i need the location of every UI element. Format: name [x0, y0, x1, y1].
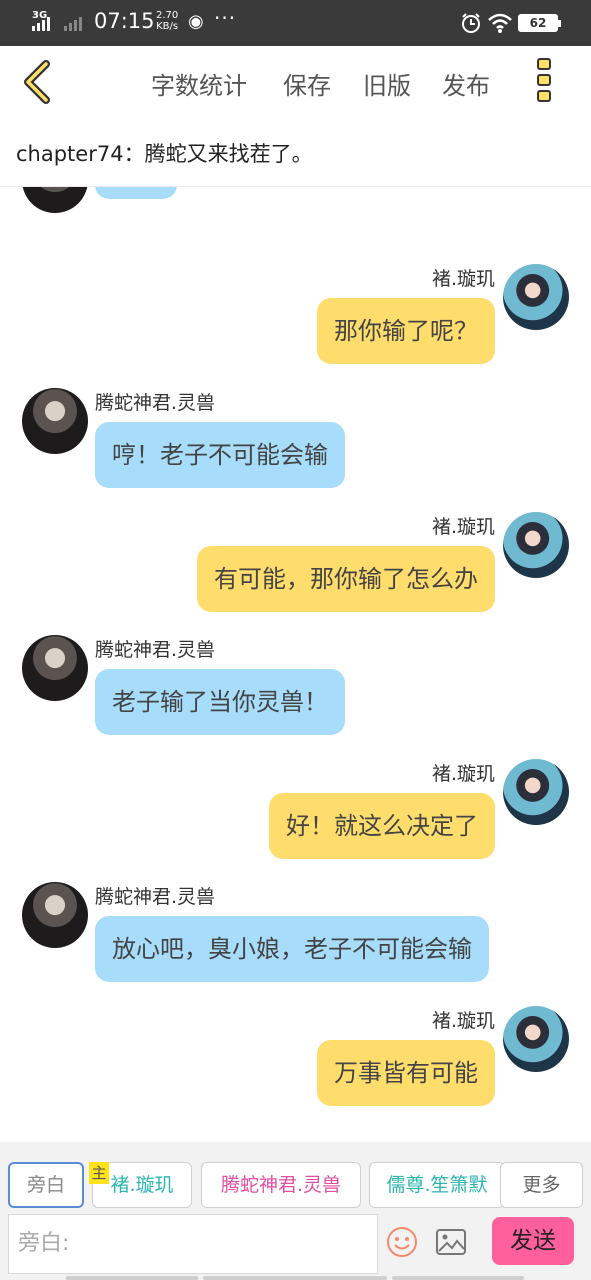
sender-name: 腾蛇神君.灵兽 — [95, 886, 216, 908]
save-button[interactable]: 保存 — [283, 66, 331, 101]
role-xiaomo[interactable]: 儒尊.笙箫默 — [369, 1162, 505, 1208]
speed-value: 2.70 — [156, 10, 179, 21]
wifi-icon — [488, 13, 512, 33]
snake-avatar[interactable] — [22, 635, 88, 701]
girl-avatar[interactable] — [503, 1006, 569, 1072]
snake-avatar[interactable] — [22, 388, 88, 454]
more-menu-icon[interactable] — [534, 58, 554, 108]
girl-avatar[interactable] — [503, 264, 569, 330]
chapter-title: chapter74：腾蛇又来找茬了。 — [16, 142, 313, 166]
message-item[interactable]: 褚.璇玑 万事皆有可能 — [0, 1006, 591, 1110]
message-item[interactable]: 腾蛇神君.灵兽 放心吧，臭小娘，老子不可能会输 — [0, 882, 591, 986]
scroll-indicator — [66, 1276, 198, 1280]
more-notifications: ··· — [214, 6, 237, 30]
sender-name: 腾蛇神君.灵兽 — [95, 639, 216, 661]
role-narration[interactable]: 旁白 — [8, 1162, 84, 1208]
editor-toolbar: 字数统计 保存 旧版 发布 — [0, 46, 591, 120]
message-bubble[interactable]: 哼！老子不可能会输 — [95, 422, 345, 488]
girl-avatar[interactable] — [503, 759, 569, 825]
message-bubble[interactable]: 万事皆有可能 — [317, 1040, 495, 1106]
sender-name: 褚.璇玑 — [431, 268, 495, 290]
old-version-button[interactable]: 旧版 — [363, 66, 411, 101]
publish-button[interactable]: 发布 — [442, 66, 490, 101]
clock: 07:15 — [94, 9, 155, 33]
more-roles-button[interactable]: 更多 — [500, 1162, 583, 1208]
emoji-icon[interactable] — [385, 1225, 419, 1259]
alarm-icon — [462, 13, 480, 33]
message-bubble[interactable]: 放心吧，臭小娘，老子不可能会输 — [95, 916, 489, 982]
speed-unit: KB/s — [156, 21, 179, 32]
word-count-button[interactable]: 字数统计 — [151, 66, 247, 101]
composer-panel: 旁白 褚.璇玑 主 腾蛇神君.灵兽 儒尊.笙箫默 更多 旁白: 发送 — [0, 1142, 591, 1280]
chat-list[interactable]: 对啊 褚.璇玑 那你输了呢？ 腾蛇神君.灵兽 哼！老子不可能会输 褚.璇玑 有可… — [0, 187, 591, 1142]
scroll-indicator — [392, 1276, 524, 1280]
sender-name: 腾蛇神君.灵兽 — [95, 392, 216, 414]
message-bubble[interactable]: 那你输了呢？ — [317, 298, 495, 364]
snake-avatar[interactable] — [22, 187, 88, 213]
message-bubble[interactable]: 好！就这么决定了 — [269, 793, 495, 859]
back-icon[interactable] — [18, 60, 58, 104]
message-bubble[interactable]: 有可能，那你输了怎么办 — [197, 546, 495, 612]
message-item[interactable]: 褚.璇玑 那你输了呢？ — [0, 264, 591, 368]
status-bar: 3G 07:15 2.70 KB/s ◉ ··· 62 — [0, 0, 591, 46]
network-speed: 2.70 KB/s — [156, 10, 178, 32]
host-badge: 主 — [89, 1162, 109, 1184]
message-bubble[interactable]: 老子输了当你灵兽！ — [95, 669, 345, 735]
message-item[interactable]: 对啊 — [0, 187, 591, 247]
message-item[interactable]: 腾蛇神君.灵兽 老子输了当你灵兽！ — [0, 635, 591, 739]
scroll-indicator — [203, 1276, 387, 1280]
girl-avatar[interactable] — [503, 512, 569, 578]
app-notification-icon: ◉ — [188, 11, 204, 32]
sender-name: 褚.璇玑 — [431, 1010, 495, 1032]
message-input[interactable]: 旁白: — [8, 1214, 378, 1274]
signal-icon-secondary — [64, 13, 88, 31]
message-item[interactable]: 褚.璇玑 好！就这么决定了 — [0, 759, 591, 863]
signal-icon — [32, 13, 56, 31]
image-icon[interactable] — [434, 1225, 468, 1259]
battery-icon: 62 — [518, 14, 561, 32]
message-item[interactable]: 褚.璇玑 有可能，那你输了怎么办 — [0, 512, 591, 616]
sender-name: 褚.璇玑 — [431, 763, 495, 785]
message-item[interactable]: 腾蛇神君.灵兽 哼！老子不可能会输 — [0, 388, 591, 492]
message-bubble[interactable]: 对啊 — [95, 187, 177, 199]
snake-avatar[interactable] — [22, 882, 88, 948]
send-button[interactable]: 发送 — [492, 1217, 574, 1265]
sender-name: 褚.璇玑 — [431, 516, 495, 538]
role-tengshe[interactable]: 腾蛇神君.灵兽 — [201, 1162, 361, 1208]
